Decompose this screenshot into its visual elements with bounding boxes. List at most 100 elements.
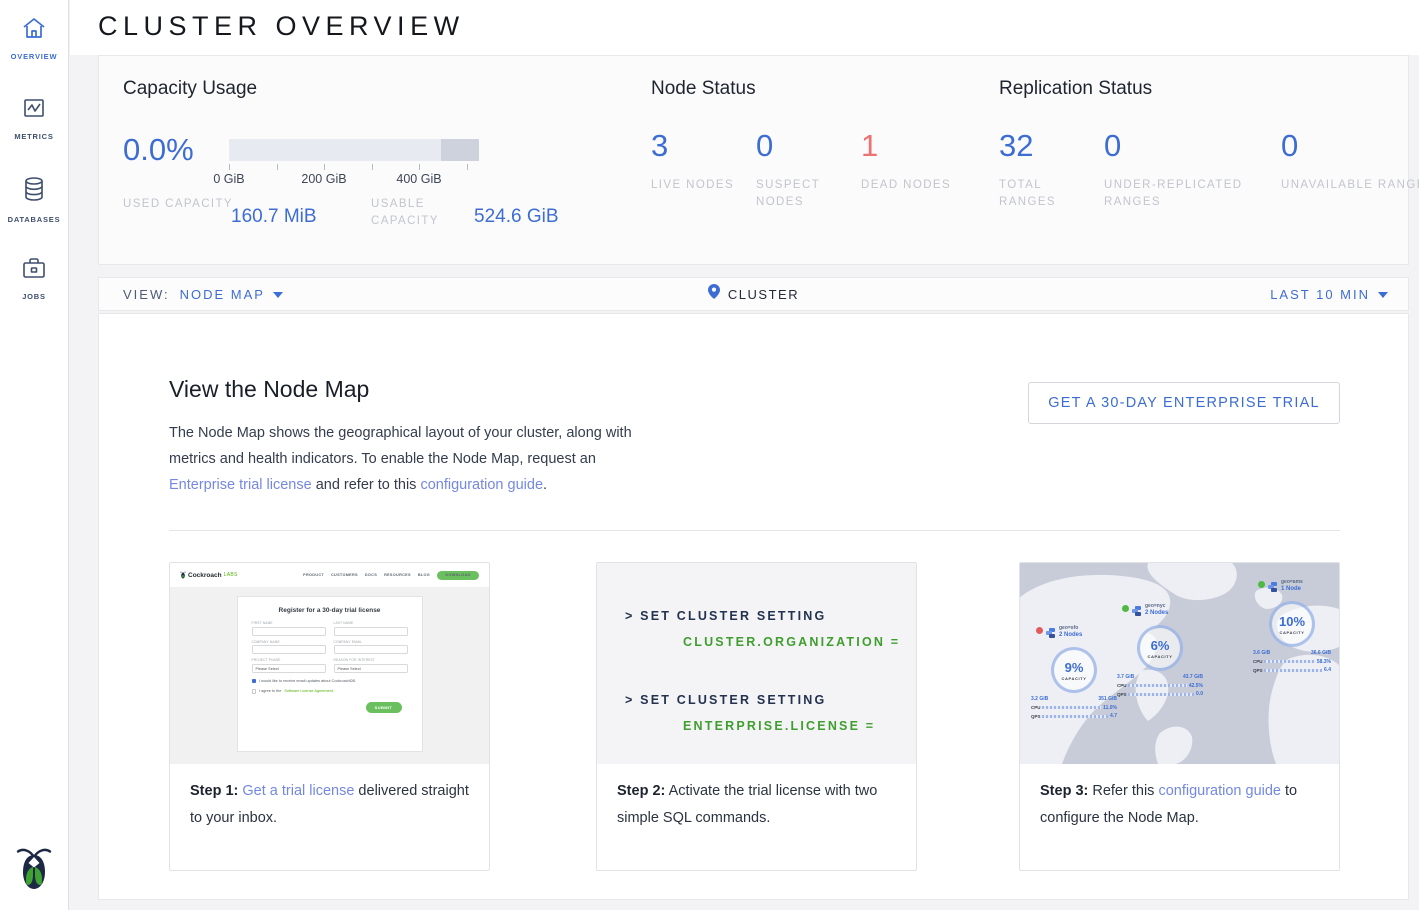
tick-label-400: 400 GiB bbox=[391, 172, 447, 186]
under-replicated-ranges-value: 0 bbox=[1104, 128, 1274, 164]
cockroachdb-logo-icon bbox=[16, 845, 52, 896]
mini-input bbox=[252, 627, 326, 636]
cpu-bar bbox=[1042, 706, 1101, 709]
cpu-label: CPU bbox=[1117, 683, 1126, 688]
get-trial-license-link[interactable]: Get a trial license bbox=[242, 783, 354, 799]
dead-nodes-label: DEAD NODES bbox=[861, 177, 953, 194]
step-2-code-preview: > SET CLUSTER SETTING CLUSTER.ORGANIZATI… bbox=[597, 563, 916, 764]
mini-checkbox-label: I would like to receive email updates ab… bbox=[259, 679, 356, 683]
home-icon bbox=[21, 16, 47, 45]
capacity-used-percent: 0.0% bbox=[123, 132, 194, 168]
sidebar-label-databases: DATABASES bbox=[8, 215, 61, 224]
live-nodes-value: 3 bbox=[651, 128, 743, 164]
used-capacity-label: USED CAPACITY bbox=[123, 196, 233, 213]
mini-input bbox=[252, 645, 326, 654]
tick-label-0: 0 GiB bbox=[201, 172, 257, 186]
sidebar-item-metrics[interactable]: METRICS bbox=[0, 96, 68, 144]
usable-capacity-label: USABLE CAPACITY bbox=[371, 196, 481, 230]
unavailable-ranges-value: 0 bbox=[1281, 128, 1419, 164]
main-content: CLUSTER OVERVIEW Capacity Usage 0.0% 0 G… bbox=[70, 0, 1419, 910]
location-pin-icon bbox=[708, 284, 720, 304]
cpu-bar bbox=[1264, 660, 1315, 663]
sidebar-item-overview[interactable]: OVERVIEW bbox=[0, 16, 68, 64]
mini-license-link: Software License Agreement. bbox=[284, 689, 334, 693]
description-text: The Node Map shows the geographical layo… bbox=[169, 425, 632, 467]
qps-label: QPS bbox=[1253, 668, 1262, 673]
capacity-percent: 9% bbox=[1065, 660, 1084, 675]
header-strip: CLUSTER OVERVIEW bbox=[70, 0, 1419, 55]
mini-checkbox bbox=[252, 689, 257, 694]
under-replicated-ranges-label: UNDER-REPLICATED RANGES bbox=[1104, 177, 1274, 211]
mini-trial-form: Register for a 30-day trial license FIRS… bbox=[237, 596, 423, 752]
sidebar: OVERVIEW METRICS DATABASES JOBS bbox=[0, 0, 69, 910]
mini-nav-item: PRODUCT bbox=[303, 573, 324, 577]
cpu-label: CPU bbox=[1031, 705, 1040, 710]
mini-form-title: Register for a 30-day trial license bbox=[252, 607, 408, 614]
mini-field-label: REASON FOR INTEREST bbox=[334, 658, 408, 662]
step-3-text: Refer this bbox=[1088, 783, 1158, 799]
sql-statement-setting: ENTERPRISE.LICENSE = bbox=[683, 719, 916, 733]
mini-nav-item: DOCS bbox=[365, 573, 377, 577]
nodes-cube-icon bbox=[1046, 625, 1056, 643]
configuration-guide-link[interactable]: configuration guide bbox=[420, 477, 543, 493]
used-capacity-value: 160.7 MiB bbox=[231, 206, 317, 228]
capacity-ring: 10% CAPACITY bbox=[1269, 601, 1315, 647]
mini-checkbox-checked bbox=[252, 679, 257, 684]
configuration-guide-link-2[interactable]: configuration guide bbox=[1158, 783, 1281, 799]
locality-name: geo=nyc bbox=[1145, 603, 1168, 610]
sidebar-item-jobs[interactable]: JOBS bbox=[0, 256, 68, 304]
under-replicated-ranges-stat: 0 UNDER-REPLICATED RANGES bbox=[1104, 128, 1274, 211]
step-1-card: Cockroach LABS PRODUCT CUSTOMERS DOCS RE… bbox=[169, 562, 490, 871]
node-map-description: The Node Map shows the geographical layo… bbox=[169, 420, 637, 498]
chevron-down-icon bbox=[1378, 285, 1388, 303]
mini-logo-text: Cockroach bbox=[188, 572, 222, 579]
live-nodes-stat: 3 LIVE NODES bbox=[651, 128, 743, 194]
qps-bar bbox=[1042, 715, 1108, 718]
sidebar-label-jobs: JOBS bbox=[22, 292, 46, 301]
time-range-dropdown[interactable]: LAST 10 MIN bbox=[1270, 278, 1388, 310]
sql-statement-setting: CLUSTER.ORGANIZATION = bbox=[683, 635, 916, 649]
section-divider bbox=[169, 530, 1340, 531]
cpu-value: 58.3% bbox=[1317, 659, 1331, 665]
node-map-panel: View the Node Map The Node Map shows the… bbox=[98, 313, 1409, 900]
qps-value: 0.0 bbox=[1196, 691, 1203, 697]
qps-label: QPS bbox=[1117, 692, 1126, 697]
suspect-nodes-value: 0 bbox=[756, 128, 848, 164]
mini-field-label: PROJECT PHASE bbox=[252, 658, 326, 662]
get-enterprise-trial-button[interactable]: GET A 30-DAY ENTERPRISE TRIAL bbox=[1028, 382, 1340, 424]
sidebar-label-overview: OVERVIEW bbox=[11, 52, 58, 61]
mini-logo-suffix: LABS bbox=[224, 572, 238, 578]
enterprise-trial-license-link[interactable]: Enterprise trial license bbox=[169, 477, 312, 493]
jobs-icon bbox=[21, 256, 47, 285]
qps-label: QPS bbox=[1031, 714, 1040, 719]
capacity-ring: 9% CAPACITY bbox=[1051, 647, 1097, 693]
capacity-total: 43.7 GiB bbox=[1183, 674, 1203, 680]
dead-nodes-stat: 1 DEAD NODES bbox=[861, 128, 953, 194]
sidebar-item-databases[interactable]: DATABASES bbox=[0, 176, 68, 224]
status-dot-red-icon bbox=[1036, 627, 1043, 634]
description-text: and refer to this bbox=[316, 477, 417, 493]
step-2-card: > SET CLUSTER SETTING CLUSTER.ORGANIZATI… bbox=[596, 562, 917, 871]
locality-node-count: 1 Node bbox=[1281, 586, 1303, 594]
databases-icon bbox=[22, 176, 46, 208]
status-dot-green-icon bbox=[1122, 605, 1129, 612]
qps-bar bbox=[1264, 669, 1322, 672]
mini-checkbox-label: I agree to the bbox=[259, 689, 281, 693]
step-2-label: Step 2: bbox=[617, 783, 665, 799]
live-nodes-label: LIVE NODES bbox=[651, 177, 743, 194]
mini-nav-item: RESOURCES bbox=[384, 573, 411, 577]
mini-cockroach-logo: Cockroach LABS bbox=[180, 571, 238, 579]
qps-bar bbox=[1128, 693, 1194, 696]
step-3-card: geo=sfo 2 Nodes 9% CAPACITY 3.2 GiB 351 … bbox=[1019, 562, 1340, 871]
total-ranges-value: 32 bbox=[999, 128, 1091, 164]
step-3-map-preview: geo=sfo 2 Nodes 9% CAPACITY 3.2 GiB 351 … bbox=[1020, 563, 1339, 764]
capacity-label: CAPACITY bbox=[1280, 630, 1305, 635]
mini-field-label: FIRST NAME bbox=[252, 621, 326, 625]
locality-bubble-nyc: geo=nyc 2 Nodes 6% CAPACITY 3.7 GiB 43.7… bbox=[1112, 603, 1208, 697]
unavailable-ranges-stat: 0 UNAVAILABLE RANGES bbox=[1281, 128, 1419, 194]
mini-input bbox=[334, 627, 408, 636]
capacity-axis-ticks bbox=[229, 164, 479, 171]
view-bar: VIEW: NODE MAP CLUSTER LAST 10 MIN bbox=[98, 277, 1409, 311]
locality-bubble-ams: geo=ams 1 Node 10% CAPACITY 3.6 GiB 36.6… bbox=[1248, 579, 1336, 673]
locality-bubble-sfo: geo=sfo 2 Nodes 9% CAPACITY 3.2 GiB 351 … bbox=[1026, 625, 1122, 719]
